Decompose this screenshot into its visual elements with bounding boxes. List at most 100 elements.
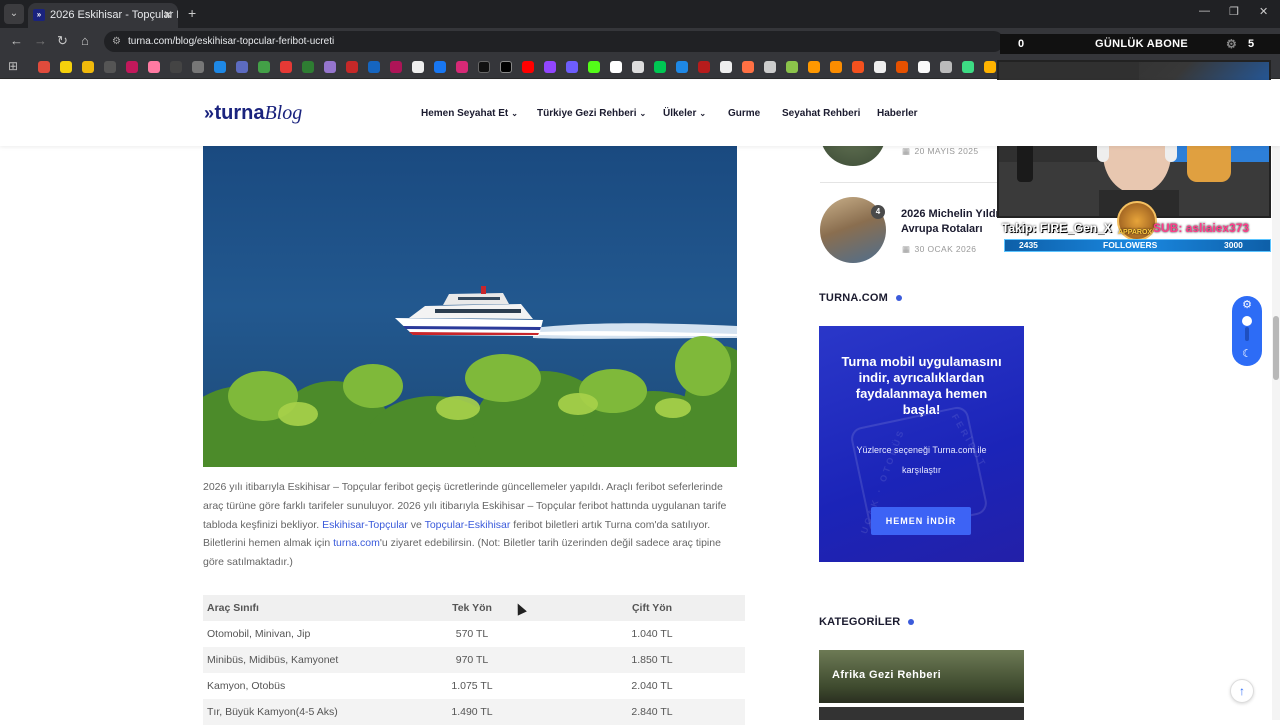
table-cell: 1.075 TL bbox=[451, 680, 493, 692]
bookmark-icon[interactable] bbox=[104, 61, 116, 73]
followers-goal: 3000 bbox=[1224, 240, 1243, 250]
calendar-icon: ▦ bbox=[902, 146, 911, 156]
forward-arrow-icon[interactable]: → bbox=[34, 33, 47, 48]
moon-icon: ☾ bbox=[1242, 348, 1252, 360]
minimize-icon[interactable]: — bbox=[1199, 5, 1210, 17]
followers-current: 2435 bbox=[1019, 240, 1038, 250]
section-heading-turna: TURNA.COM bbox=[819, 292, 903, 304]
toggle-rail bbox=[1245, 327, 1249, 341]
bookmark-icon[interactable] bbox=[962, 61, 974, 73]
bookmark-icon[interactable] bbox=[324, 61, 336, 73]
followers-goal-bar: 2435 FOLLOWERS 3000 bbox=[1004, 239, 1271, 252]
restore-icon[interactable]: ❐ bbox=[1229, 5, 1239, 18]
table-cell: 1.850 TL bbox=[555, 647, 745, 673]
bookmark-icon[interactable] bbox=[610, 61, 622, 73]
home-icon[interactable]: ⌂ bbox=[81, 33, 89, 48]
bookmark-icon[interactable] bbox=[258, 61, 270, 73]
window-close-icon[interactable]: ✕ bbox=[1259, 5, 1268, 18]
category-card-afrika[interactable]: Afrika Gezi Rehberi bbox=[819, 650, 1024, 703]
nav-hemen-seyahat-et[interactable]: Hemen Seyahat Et ⌄ bbox=[421, 108, 518, 119]
ferry-hero-image bbox=[203, 146, 737, 467]
bookmark-icon[interactable] bbox=[764, 61, 776, 73]
bookmark-icon[interactable] bbox=[302, 61, 314, 73]
bookmark-icon[interactable] bbox=[852, 61, 864, 73]
bookmark-icon[interactable] bbox=[830, 61, 842, 73]
bookmark-twitch-icon[interactable] bbox=[544, 61, 556, 73]
extensions-icon[interactable]: ⚙ bbox=[1226, 37, 1237, 51]
bookmark-icon[interactable] bbox=[698, 61, 710, 73]
accent-dot-icon bbox=[908, 619, 915, 626]
bookmark-icon[interactable] bbox=[192, 61, 204, 73]
bookmark-icon[interactable] bbox=[676, 61, 688, 73]
scroll-to-top-button[interactable]: ↑ bbox=[1230, 679, 1254, 703]
back-arrow-icon[interactable]: ← bbox=[10, 33, 23, 48]
bookmark-icon[interactable] bbox=[214, 61, 226, 73]
reload-icon[interactable]: ↻ bbox=[57, 33, 68, 49]
browser-tab[interactable]: » 2026 Eskihisar - Topçular Feribot ✕ bbox=[28, 3, 178, 28]
bookmark-icon[interactable] bbox=[918, 61, 930, 73]
apps-grid-icon[interactable]: ⊞ bbox=[8, 59, 18, 73]
theme-toggle[interactable]: ⚙ ☾ bbox=[1232, 296, 1262, 366]
bookmark-icon[interactable] bbox=[874, 61, 886, 73]
tab-search-button[interactable]: ⌄ bbox=[4, 4, 24, 24]
download-app-button[interactable]: HEMEN İNDİR bbox=[871, 507, 971, 535]
logo-blog-text: Blog bbox=[264, 102, 303, 124]
table-cell: 570 TL bbox=[455, 628, 489, 640]
column-header: Çift Yön bbox=[555, 595, 745, 621]
bookmark-icon[interactable] bbox=[126, 61, 138, 73]
turna-blog-logo[interactable]: » turnaBlog bbox=[204, 102, 302, 128]
bookmark-icon[interactable] bbox=[720, 61, 732, 73]
nav-seyahat-rehberi[interactable]: Seyahat Rehberi bbox=[782, 108, 860, 119]
table-cell: 970 TL bbox=[385, 647, 555, 673]
logo-arrows-icon: » bbox=[204, 103, 214, 123]
bookmark-icon[interactable] bbox=[742, 61, 754, 73]
bookmark-x-icon[interactable] bbox=[500, 61, 512, 73]
bookmark-icon[interactable] bbox=[632, 61, 644, 73]
bookmark-kick-icon[interactable] bbox=[588, 61, 600, 73]
bookmark-icon[interactable] bbox=[390, 61, 402, 73]
close-tab-icon[interactable]: ✕ bbox=[163, 3, 173, 27]
bookmark-s-icon[interactable] bbox=[60, 61, 72, 73]
bookmark-icon[interactable] bbox=[654, 61, 666, 73]
bookmark-instagram-icon[interactable] bbox=[456, 61, 468, 73]
bookmark-binance-icon[interactable] bbox=[82, 61, 94, 73]
link-topcular-eskihisar[interactable]: Topçular-Eskihisar bbox=[425, 519, 511, 531]
category-card[interactable] bbox=[819, 707, 1024, 720]
scrollbar-thumb[interactable] bbox=[1273, 316, 1279, 380]
bookmark-icon[interactable] bbox=[984, 61, 996, 73]
link-eskihisar-topcular[interactable]: Eskihisar-Topçular bbox=[322, 519, 408, 531]
nav-haberler[interactable]: Haberler bbox=[877, 108, 918, 119]
post-title[interactable]: 2026 Michelin Yıldızlı Avrupa Rotaları bbox=[901, 207, 1010, 237]
bookmark-icon[interactable] bbox=[786, 61, 798, 73]
url-field[interactable]: ⚙ turna.com/blog/eskihisar-topcular-feri… bbox=[104, 31, 1004, 52]
paragraph-text: ve bbox=[407, 518, 425, 531]
bookmark-icon[interactable] bbox=[148, 61, 160, 73]
bookmark-facebook-icon[interactable] bbox=[434, 61, 446, 73]
bookmark-icon[interactable] bbox=[170, 61, 182, 73]
bookmark-icon[interactable] bbox=[368, 61, 380, 73]
bookmark-gmail-icon[interactable] bbox=[38, 61, 50, 73]
nav-turkiye-gezi-rehberi[interactable]: Türkiye Gezi Rehberi ⌄ bbox=[537, 108, 646, 119]
bookmark-icon[interactable] bbox=[566, 61, 578, 73]
bookmark-youtube-icon[interactable] bbox=[522, 61, 534, 73]
app-promo-card[interactable]: UÇAK · OTOBÜS FERİBOT Turna mobil uygula… bbox=[819, 326, 1024, 562]
bookmark-icon[interactable] bbox=[280, 61, 292, 73]
link-turna-com[interactable]: turna.com bbox=[333, 537, 380, 549]
bookmark-icon[interactable] bbox=[236, 61, 248, 73]
bookmark-icon[interactable] bbox=[808, 61, 820, 73]
bookmark-icon[interactable] bbox=[412, 61, 424, 73]
section-heading-text: KATEGORİLER bbox=[819, 616, 901, 628]
extension-count: 5 bbox=[1248, 38, 1255, 50]
turna-favicon-icon: » bbox=[33, 9, 45, 21]
nav-gurme[interactable]: Gurme bbox=[728, 108, 760, 119]
browser-tab-bar: ⌄ » 2026 Eskihisar - Topçular Feribot ✕ … bbox=[0, 0, 1280, 28]
nav-ulkeler[interactable]: Ülkeler ⌄ bbox=[663, 108, 706, 119]
chevron-down-icon: ⌄ bbox=[511, 109, 518, 118]
bookmark-tiktok-icon[interactable] bbox=[478, 61, 490, 73]
bookmark-icon[interactable] bbox=[940, 61, 952, 73]
new-tab-button[interactable]: + bbox=[188, 5, 196, 21]
bookmark-icon[interactable] bbox=[896, 61, 908, 73]
bookmark-icon[interactable] bbox=[346, 61, 358, 73]
table-cell: Kamyon, Otobüs bbox=[207, 680, 286, 692]
site-info-icon[interactable]: ⚙ bbox=[112, 31, 121, 52]
